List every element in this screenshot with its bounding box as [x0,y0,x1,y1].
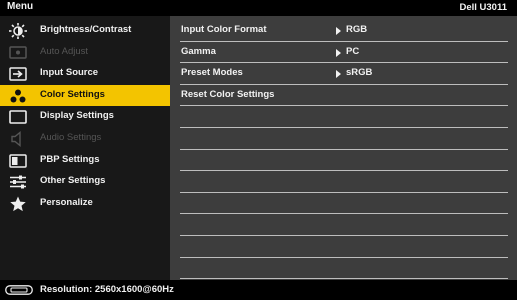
sidebar-item-label: Color Settings [40,88,105,100]
sidebar-item-display-settings[interactable]: Display Settings [0,106,170,128]
sidebar-item-audio-settings: Audio Settings [0,128,170,150]
empty-row [180,106,508,128]
settings-row-preset-modes[interactable]: Preset Modes sRGB [180,63,508,85]
sidebar-item-label: Brightness/Contrast [40,24,132,35]
empty-row [180,214,508,236]
sidebar-item-brightness-contrast[interactable]: Brightness/Contrast [0,20,170,42]
setting-label: Gamma [181,45,216,57]
setting-label: Input Color Format [181,24,267,35]
empty-row [180,128,508,150]
connector-icon [5,285,33,295]
empty-row [180,193,508,215]
sidebar-item-label: Input Source [40,67,99,79]
setting-value: sRGB [346,67,373,79]
settings-row-gamma[interactable]: Gamma PC [180,42,508,64]
setting-value: RGB [346,24,368,35]
sidebar-item-label: Auto Adjust [40,45,89,57]
speaker-icon [11,131,21,147]
arrow-right-icon [336,27,341,35]
color-settings-icon [10,89,26,103]
sliders-icon [10,175,26,189]
sidebar-item-pbp-settings[interactable]: PBP Settings [0,150,170,172]
arrow-right-icon [336,70,341,79]
sidebar-item-label: Other Settings [40,175,106,187]
sidebar-item-other-settings[interactable]: Other Settings [0,171,170,193]
sidebar: Brightness/Contrast Auto Adjust Input So… [0,16,170,280]
settings-panel: Input Color Format RGB Gamma PC Preset M… [170,16,517,280]
setting-label: Preset Modes [181,67,243,79]
settings-row-reset-color-settings[interactable]: Reset Color Settings [180,85,508,107]
arrow-right-icon [336,48,341,57]
settings-row-input-color-format[interactable]: Input Color Format RGB [180,20,508,42]
sidebar-item-label: Display Settings [40,110,114,122]
sidebar-item-auto-adjust: Auto Adjust [0,42,170,64]
brightness-icon [9,23,27,39]
resolution-text: Resolution: 2560x1600@60Hz [40,284,174,295]
empty-row [180,171,508,193]
sidebar-item-input-source[interactable]: Input Source [0,63,170,85]
pbp-icon [9,153,27,168]
display-settings-icon [9,110,27,125]
auto-adjust-icon [9,45,27,59]
sidebar-item-label: Audio Settings [40,132,102,143]
sidebar-item-label: PBP Settings [40,153,100,165]
status-bar: Resolution: 2560x1600@60Hz [0,280,517,300]
menu-title: Menu [7,1,34,12]
monitor-osd: Menu Dell U3011 Brightness/Contrast Auto… [0,0,517,300]
empty-row [180,258,508,280]
input-source-icon [9,67,27,81]
sidebar-item-personalize[interactable]: Personalize [0,193,170,215]
empty-row [180,236,508,258]
top-bar: Menu Dell U3011 [0,0,517,16]
setting-label: Reset Color Settings [181,88,275,100]
star-icon [10,196,26,211]
monitor-model: Dell U3011 [459,2,507,13]
sidebar-item-color-settings[interactable]: Color Settings [0,84,170,107]
empty-row [180,150,508,172]
sidebar-item-label: Personalize [40,196,93,208]
setting-value: PC [346,45,360,57]
